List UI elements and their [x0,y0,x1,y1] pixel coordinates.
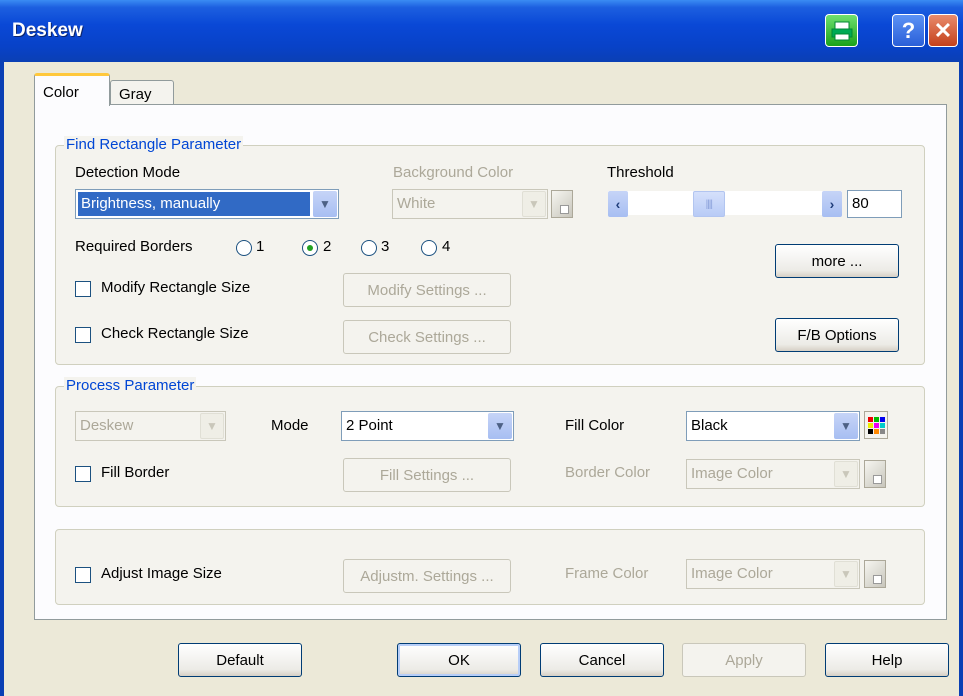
detection-mode-dropdown[interactable]: Brightness, manually ▼ [75,189,339,219]
chevron-left-icon[interactable]: ‹ [608,191,628,217]
frame-color-value: Image Color [691,565,773,582]
adjust-image-size-label: Adjust Image Size [101,565,222,582]
tab-gray[interactable]: Gray [110,80,174,105]
adjust-image-size-checkbox[interactable] [75,567,91,583]
check-rectangle-size-label: Check Rectangle Size [101,325,249,342]
chevron-down-icon[interactable]: ▼ [834,413,858,439]
fill-color-label: Fill Color [565,417,625,434]
border-radio-4[interactable] [421,240,437,256]
operation-dropdown[interactable]: Deskew ▼ [75,411,226,441]
border-radio-4-label: 4 [442,238,451,255]
background-color-value: White [397,195,436,212]
threshold-label: Threshold [607,164,674,181]
fill-border-checkbox[interactable] [75,466,91,482]
chevron-down-icon[interactable]: ▼ [834,561,858,587]
window-title: Deskew [12,20,83,41]
border-radio-1-label: 1 [256,238,265,255]
fill-color-dropdown[interactable]: Black ▼ [686,411,860,441]
background-color-dropdown[interactable]: White ▼ [392,189,548,219]
mode-value: 2 Point [346,417,393,434]
border-radio-1[interactable] [236,240,252,256]
fb-options-button[interactable]: F/B Options [775,318,899,352]
check-settings-button[interactable]: Check Settings ... [343,320,511,354]
border-color-dropdown[interactable]: Image Color ▼ [686,459,860,489]
chevron-down-icon[interactable]: ▼ [200,413,224,439]
border-radio-2-label: 2 [323,238,332,255]
print-icon[interactable] [825,14,858,47]
threshold-slider-thumb[interactable]: |||| [692,191,725,217]
detection-mode-label: Detection Mode [75,164,181,181]
frame-color-dropdown[interactable]: Image Color ▼ [686,559,860,589]
find-rectangle-group-label: Find Rectangle Parameter [64,136,244,153]
required-borders-label: Required Borders [75,238,193,255]
more-button[interactable]: more ... [775,244,899,278]
background-color-label: Background Color [393,164,514,181]
threshold-value-field[interactable]: 80 [847,190,902,218]
cancel-button[interactable]: Cancel [540,643,664,677]
border-radio-3-label: 3 [381,238,390,255]
modify-rectangle-size-label: Modify Rectangle Size [101,279,251,296]
border-color-value: Image Color [691,465,773,482]
detection-mode-value: Brightness, manually [78,192,310,216]
fill-color-value: Black [691,417,728,434]
tab-color[interactable]: Color [34,73,110,106]
chevron-down-icon[interactable]: ▼ [313,191,337,217]
window-frame-left [0,62,4,696]
close-icon[interactable]: ✕ [928,14,958,47]
adjust-image-group: Adjust Image Size Adjustm. Settings ... … [55,529,925,605]
tab-panel: Find Rectangle Parameter Detection Mode … [34,104,947,620]
process-parameter-group: Process Parameter Deskew ▼ Mode 2 Point … [55,377,925,507]
help-button[interactable]: Help [825,643,949,677]
mode-dropdown[interactable]: 2 Point ▼ [341,411,514,441]
tab-color-label: Color [43,84,79,101]
help-icon[interactable]: ? [892,14,925,47]
fill-color-palette-icon[interactable] [864,411,888,439]
modify-rectangle-size-checkbox[interactable] [75,281,91,297]
adjustment-settings-button[interactable]: Adjustm. Settings ... [343,559,511,593]
chevron-down-icon[interactable]: ▼ [488,413,512,439]
border-radio-3[interactable] [361,240,377,256]
border-radio-2[interactable] [302,240,318,256]
frame-color-picker[interactable] [864,560,886,588]
tab-gray-label: Gray [119,86,152,103]
border-color-picker[interactable] [864,460,886,488]
modify-settings-button[interactable]: Modify Settings ... [343,273,511,307]
chevron-down-icon[interactable]: ▼ [522,191,546,217]
fill-border-label: Fill Border [101,464,170,481]
border-color-label: Border Color [565,464,651,481]
swatch-icon [873,475,882,484]
chevron-right-icon[interactable]: › [822,191,842,217]
fill-settings-button[interactable]: Fill Settings ... [343,458,511,492]
swatch-icon [560,205,569,214]
operation-value: Deskew [80,417,134,434]
window-frame-right [959,62,963,696]
chevron-down-icon[interactable]: ▼ [834,461,858,487]
mode-label: Mode [271,417,309,434]
find-rectangle-group: Find Rectangle Parameter Detection Mode … [55,136,925,365]
apply-button[interactable]: Apply [682,643,806,677]
check-rectangle-size-checkbox[interactable] [75,327,91,343]
swatch-icon [873,575,882,584]
deskew-dialog: Deskew ? ✕ Color Gray Find Rectangle Par… [0,0,963,696]
background-color-picker[interactable] [551,190,573,218]
title-bar[interactable]: Deskew ? ✕ [0,0,963,62]
frame-color-label: Frame Color [565,565,649,582]
ok-button[interactable]: OK [397,643,521,677]
process-parameter-group-label: Process Parameter [64,377,197,394]
threshold-slider[interactable]: ‹ |||| › [607,190,843,217]
default-button[interactable]: Default [178,643,302,677]
